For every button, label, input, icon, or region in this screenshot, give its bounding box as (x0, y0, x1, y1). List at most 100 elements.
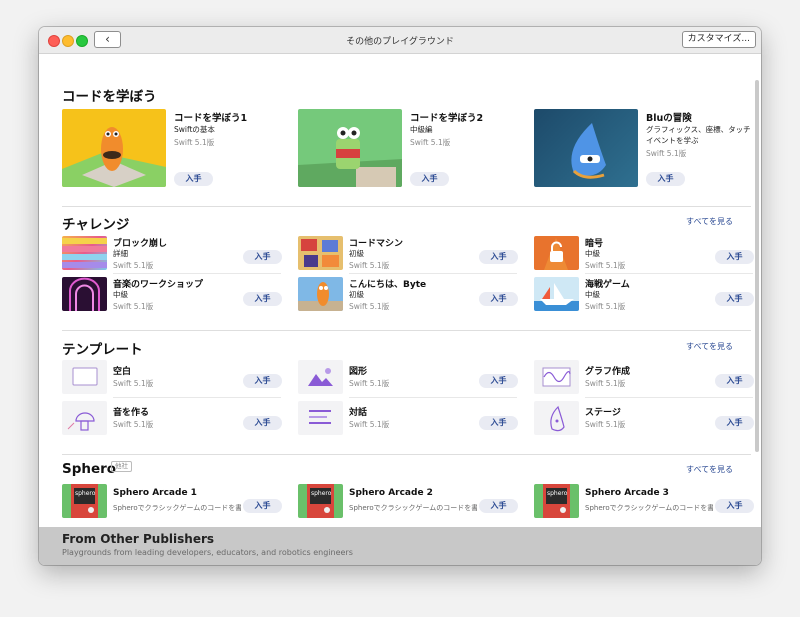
blank-thumbnail[interactable] (62, 360, 107, 394)
blu-thumbnail[interactable] (534, 109, 638, 187)
hello-byte-get-button[interactable]: 入手 (479, 292, 518, 306)
brick-breaker-version: Swift 5.1版 (113, 261, 154, 270)
text-lines-icon (309, 410, 331, 424)
shapes-title: 図形 (349, 367, 368, 377)
row-divider (585, 273, 753, 274)
window-title: その他のプレイグラウンド (346, 37, 454, 47)
cipher-get-button[interactable]: 入手 (715, 250, 754, 264)
dialogue-thumbnail[interactable] (298, 401, 343, 435)
sphero-arcade2-desc: Spheroでクラシックゲームのコードを書… (349, 504, 477, 512)
sphero-arcade1-get-button[interactable]: 入手 (243, 499, 282, 513)
sphero-see-all-link[interactable]: すべてを見る (686, 464, 733, 475)
learn2-version: Swift 5.1版 (410, 138, 451, 147)
stage-get-button[interactable]: 入手 (715, 416, 754, 430)
row-divider (349, 397, 517, 398)
byte-icon (298, 282, 343, 311)
sphero-arcade2-thumbnail[interactable]: sphero (298, 484, 343, 518)
blu-subtitle-line2: イベントを学ぶ (646, 136, 699, 145)
blu-get-button[interactable]: 入手 (646, 172, 685, 186)
lock-icon (544, 238, 568, 270)
graph-thumbnail[interactable] (534, 360, 579, 394)
byte-character-icon (62, 127, 166, 187)
learn1-get-button[interactable]: 入手 (174, 172, 213, 186)
battleship-version: Swift 5.1版 (585, 302, 626, 311)
learn2-thumbnail[interactable] (298, 109, 402, 187)
row-divider (113, 397, 281, 398)
sphero-arcade1-thumbnail[interactable]: sphero (62, 484, 107, 518)
shapes-thumbnail[interactable] (298, 360, 343, 394)
sphero-logo-text: sphero (75, 490, 96, 497)
music-workshop-thumbnail[interactable] (62, 277, 107, 311)
sphero-arcade3-get-button[interactable]: 入手 (715, 499, 754, 513)
template-see-all-link[interactable]: すべてを見る (686, 341, 733, 352)
customize-button[interactable]: カスタマイズ... (681, 31, 756, 48)
code-machine-version: Swift 5.1版 (349, 261, 390, 270)
scrollbar[interactable] (755, 80, 759, 452)
challenge-see-all-link[interactable]: すべてを見る (686, 216, 733, 227)
battleship-thumbnail[interactable] (534, 277, 579, 311)
cipher-thumbnail[interactable] (534, 236, 579, 270)
sounds-title: 音を作る (113, 408, 150, 418)
code-machine-get-button[interactable]: 入手 (479, 250, 518, 264)
content-area: コードを学ぼう コードを学ぼう1 Swiftの基本 Swift 5.1版 入手 (39, 54, 761, 527)
sphero-arcade2-get-button[interactable]: 入手 (479, 499, 518, 513)
sphero-arcade1-desc: Spheroでクラシックゲームのコードを書… (113, 504, 241, 512)
battleship-get-button[interactable]: 入手 (715, 292, 754, 306)
blu-title: Bluの冒険 (646, 113, 692, 124)
graph-title: グラフ作成 (585, 367, 631, 377)
sphero-arcade3-thumbnail[interactable]: sphero (534, 484, 579, 518)
sounds-thumbnail[interactable] (62, 401, 107, 435)
learn2-subtitle: 中級編 (410, 125, 433, 134)
code-machine-level: 初級 (349, 249, 364, 258)
battleship-level: 中級 (585, 290, 600, 299)
stage-thumbnail[interactable] (534, 401, 579, 435)
cipher-level: 中級 (585, 249, 600, 258)
sphero-arcade3-desc: Spheroでクラシックゲームのコードを書… (585, 504, 713, 512)
third-party-badge: 他社 (111, 461, 132, 472)
mushroom-icon (67, 412, 95, 431)
stage-version: Swift 5.1版 (585, 420, 626, 429)
shapes-get-button[interactable]: 入手 (479, 374, 518, 388)
blank-title: 空白 (113, 367, 132, 377)
brick-breaker-get-button[interactable]: 入手 (243, 250, 282, 264)
row-divider (585, 397, 753, 398)
learn1-thumbnail[interactable] (62, 109, 166, 187)
machine-icon (301, 239, 339, 267)
music-workshop-level: 中級 (113, 290, 128, 299)
learn2-title: コードを学ぼう2 (410, 113, 484, 124)
other-publishers-title: From Other Publishers (62, 532, 215, 546)
image-shapes-icon (308, 368, 333, 386)
brick-breaker-level: 詳細 (113, 249, 128, 258)
learn2-get-button[interactable]: 入手 (410, 172, 449, 186)
arch-icon (69, 277, 100, 311)
dialogue-version: Swift 5.1版 (349, 420, 390, 429)
sphero-arcade1-title: Sphero Arcade 1 (113, 488, 197, 498)
graph-get-button[interactable]: 入手 (715, 374, 754, 388)
blank-version: Swift 5.1版 (113, 379, 154, 388)
section-title-learn: コードを学ぼう (62, 89, 157, 105)
sphero-logo-text: sphero (547, 490, 568, 497)
shapes-version: Swift 5.1版 (349, 379, 390, 388)
bricks-icon (62, 238, 107, 268)
other-publishers-banner[interactable]: From Other Publishers Playgrounds from l… (39, 527, 761, 565)
music-workshop-version: Swift 5.1版 (113, 302, 154, 311)
blu-character-icon (571, 123, 606, 179)
blank-get-button[interactable]: 入手 (243, 374, 282, 388)
robot-character-icon (298, 127, 402, 187)
stage-title: ステージ (585, 408, 621, 418)
sphero-arcade3-title: Sphero Arcade 3 (585, 488, 669, 498)
sounds-get-button[interactable]: 入手 (243, 416, 282, 430)
brick-breaker-thumbnail[interactable] (62, 236, 107, 270)
section-title-sphero: Sphero (62, 461, 117, 477)
learn1-version: Swift 5.1版 (174, 138, 215, 147)
hello-byte-thumbnail[interactable] (298, 277, 343, 311)
sphero-logo-text: sphero (311, 490, 332, 497)
dialogue-get-button[interactable]: 入手 (479, 416, 518, 430)
row-divider (113, 273, 281, 274)
music-workshop-get-button[interactable]: 入手 (243, 292, 282, 306)
graph-version: Swift 5.1版 (585, 379, 626, 388)
learn1-subtitle: Swiftの基本 (174, 125, 215, 134)
divider (62, 206, 751, 207)
code-machine-thumbnail[interactable] (298, 236, 343, 270)
hello-byte-level: 初級 (349, 290, 364, 299)
